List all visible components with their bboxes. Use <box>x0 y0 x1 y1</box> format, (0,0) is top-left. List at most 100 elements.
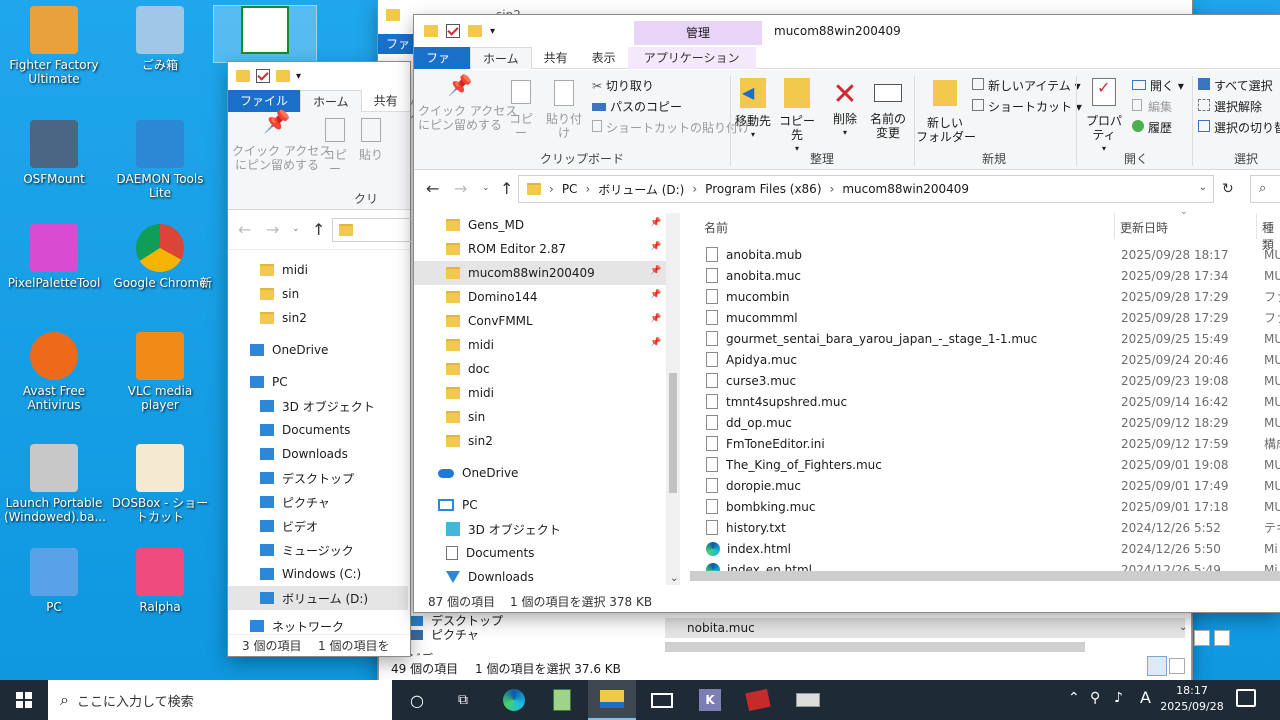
desktop-icon-chrome[interactable]: Google Chrome <box>110 224 210 290</box>
new-folder-icon[interactable] <box>276 70 290 82</box>
desktop-icon-selected[interactable] <box>213 5 317 63</box>
file-row[interactable]: doropie.muc 2025/09/01 17:49 MU <box>680 475 1280 496</box>
nav-item-quick-access[interactable]: midi <box>414 381 666 405</box>
file-row[interactable]: gourmet_sentai_bara_yarou_japan_-_stage_… <box>680 328 1280 349</box>
back-icon[interactable]: ← <box>238 220 251 239</box>
nav-item-quick-access[interactable]: sin <box>414 405 666 429</box>
nav-item-onedrive[interactable]: OneDrive <box>414 461 666 485</box>
scroll-down-icon[interactable]: ⌄ <box>670 573 678 584</box>
tab-share[interactable]: 共有 <box>362 90 410 112</box>
paste-button[interactable]: 貼り <box>356 116 386 162</box>
horizontal-scrollbar[interactable] <box>665 642 1085 652</box>
new-item-button[interactable]: 新しいアイテム ▾ <box>972 78 1081 94</box>
paste-button[interactable]: 貼り付け <box>542 78 586 140</box>
file-row[interactable]: bombking.muc 2025/09/01 17:18 MU <box>680 496 1280 517</box>
history-button[interactable]: 履歴 <box>1132 120 1172 136</box>
properties-check-icon[interactable] <box>256 69 270 83</box>
nav-item-pc-child[interactable]: Downloads <box>414 565 666 585</box>
ime-indicator[interactable]: A <box>1140 688 1151 707</box>
pin-icon[interactable]: 📌 <box>650 338 661 348</box>
tab-application-tools[interactable]: アプリケーション ツール <box>627 47 756 87</box>
file-row[interactable]: mucommml 2025/09/28 17:29 ファ <box>680 307 1280 328</box>
nav-item-video[interactable]: ビデオ <box>409 650 439 656</box>
file-row[interactable]: FmToneEditor.ini 2025/09/12 17:59 構成 <box>680 433 1280 454</box>
open-button[interactable]: 開く ▾ <box>1132 78 1184 94</box>
forward-icon[interactable]: → <box>454 179 467 198</box>
file-row[interactable]: dd_op.muc 2025/09/12 18:29 MU <box>680 412 1280 433</box>
copy-path-button[interactable]: パスのコピー <box>592 99 682 115</box>
file-row[interactable]: Apidya.muc 2025/09/24 20:46 MU <box>680 349 1280 370</box>
recent-dropdown-icon[interactable]: ⌄ <box>482 183 490 193</box>
nav-item-quick-access[interactable]: midi 📌 <box>414 333 666 357</box>
selected-file-row[interactable]: nobita.muc <box>665 618 1185 638</box>
move-to-button[interactable]: ◀ 移動先 ▾ <box>734 78 772 142</box>
copy-to-button[interactable]: コピー先 ▾ <box>776 78 818 156</box>
details-view-icon[interactable] <box>1147 656 1167 676</box>
desktop-icon-osfmount[interactable]: OSFMount <box>4 120 104 186</box>
nav-item-quick-access[interactable]: Gens_MD 📌 <box>414 213 666 237</box>
nav-item-quick-access[interactable]: sin2 <box>414 429 666 453</box>
new-folder-button[interactable]: 新しい フォルダー <box>916 78 976 144</box>
shortcut-button[interactable]: ショートカット ▾ <box>972 99 1082 115</box>
pin-quick-access-button[interactable]: 📌 クイック アクセス にピン留めする <box>418 75 517 132</box>
select-none-button[interactable]: 選択解除 <box>1198 99 1262 115</box>
volume-icon[interactable]: ♪ <box>1114 690 1123 706</box>
desktop-icon-fighter-factory[interactable]: Fighter Factory Ultimate <box>4 6 104 86</box>
search-input[interactable]: ⌕ <box>1250 175 1280 203</box>
nav-item-pc-child[interactable]: ボリューム (D:) <box>228 586 408 610</box>
desktop-icon-batch-file[interactable]: Launch Portable (Windowed).ba... <box>4 444 106 524</box>
desktop-icon-recycle-bin[interactable]: ごみ箱 <box>110 6 210 72</box>
task-view-icon[interactable]: ⧉ <box>444 680 482 720</box>
copy-button[interactable]: コピー <box>320 116 350 176</box>
cut-button[interactable]: ✂ 切り取り <box>592 78 654 94</box>
tab-view[interactable]: 表示 <box>580 47 628 69</box>
file-row[interactable]: curse3.muc 2025/09/23 19:08 MU <box>680 370 1280 391</box>
start-button[interactable] <box>0 680 48 720</box>
nav-item-pc-child[interactable]: Documents <box>260 418 410 442</box>
file-row[interactable]: anobita.mub 2025/09/28 18:17 MU <box>680 244 1280 265</box>
quick-access-dropdown-icon[interactable]: ▾ <box>296 71 301 82</box>
properties-check-icon[interactable] <box>446 24 460 38</box>
mail-taskbar-icon[interactable] <box>640 680 684 720</box>
file-explorer-taskbar-icon[interactable] <box>588 680 636 720</box>
paste-shortcut-button[interactable]: ショートカットの貼り付け <box>592 120 750 136</box>
desktop-icon-pixel-palette[interactable]: PixelPaletteTool <box>4 224 104 290</box>
tab-home[interactable]: ホーム <box>300 90 362 112</box>
address-dropdown-icon[interactable]: ⌄ <box>1199 182 1207 193</box>
pin-icon[interactable]: 📌 <box>650 314 661 324</box>
cortana-icon[interactable]: ○ <box>398 680 436 720</box>
notification-center-icon[interactable] <box>1236 689 1256 707</box>
nav-item-quick-access[interactable]: mucom88win200409 📌 <box>414 261 666 285</box>
scroll-down-icon[interactable]: ⌄ <box>1179 622 1187 633</box>
pin-icon[interactable]: 📌 <box>650 218 661 228</box>
desktop-icon-pc[interactable]: PC <box>4 548 104 614</box>
clock[interactable]: 18:17 2025/09/28 <box>1160 683 1224 715</box>
nav-item-folder[interactable]: sin2 <box>260 306 410 330</box>
nav-item-quick-access[interactable]: Domino144 📌 <box>414 285 666 309</box>
nav-scrollbar[interactable] <box>666 213 680 585</box>
copy-button[interactable]: コピー <box>504 78 538 140</box>
game-app-taskbar-icon[interactable] <box>736 680 780 720</box>
nav-item-folder[interactable]: sin <box>260 282 410 306</box>
nav-item-pc-child[interactable]: 3D オブジェクト <box>260 394 410 418</box>
nav-item-pc-child[interactable]: ピクチャ <box>260 490 410 514</box>
nav-item-pc-child[interactable]: 3D オブジェクト <box>414 517 666 541</box>
nav-item-network[interactable]: ネットワーク <box>250 614 410 634</box>
tab-home[interactable]: ホーム <box>470 47 532 69</box>
nav-item-pc[interactable]: PC <box>250 370 410 394</box>
large-icons-view-icon[interactable] <box>1169 658 1185 674</box>
desktop-icon-avast[interactable]: Avast Free Antivirus <box>4 332 104 412</box>
pin-quick-access-button[interactable]: 📌 クイック アクセス にピン留めする <box>232 112 331 173</box>
column-header-modified[interactable]: 更新日時 <box>1120 219 1168 236</box>
nav-item-onedrive[interactable]: OneDrive <box>250 338 410 362</box>
nav-item-pictures[interactable]: ピクチャ <box>409 626 479 643</box>
nav-item-pc[interactable]: PC <box>414 493 666 517</box>
tab-file[interactable]: ファイル <box>378 34 414 71</box>
nav-item-pc-child[interactable]: Documents <box>414 541 666 565</box>
file-row[interactable]: tmnt4supshred.muc 2025/09/14 16:42 MU <box>680 391 1280 412</box>
pin-icon[interactable]: 📌 <box>650 242 661 252</box>
horizontal-scrollbar[interactable] <box>690 571 1280 581</box>
tab-file[interactable]: ファイル <box>228 90 301 112</box>
pin-icon[interactable]: 📌 <box>650 266 661 276</box>
taskbar-search-input[interactable]: ⌕ ここに入力して検索 <box>48 680 392 720</box>
